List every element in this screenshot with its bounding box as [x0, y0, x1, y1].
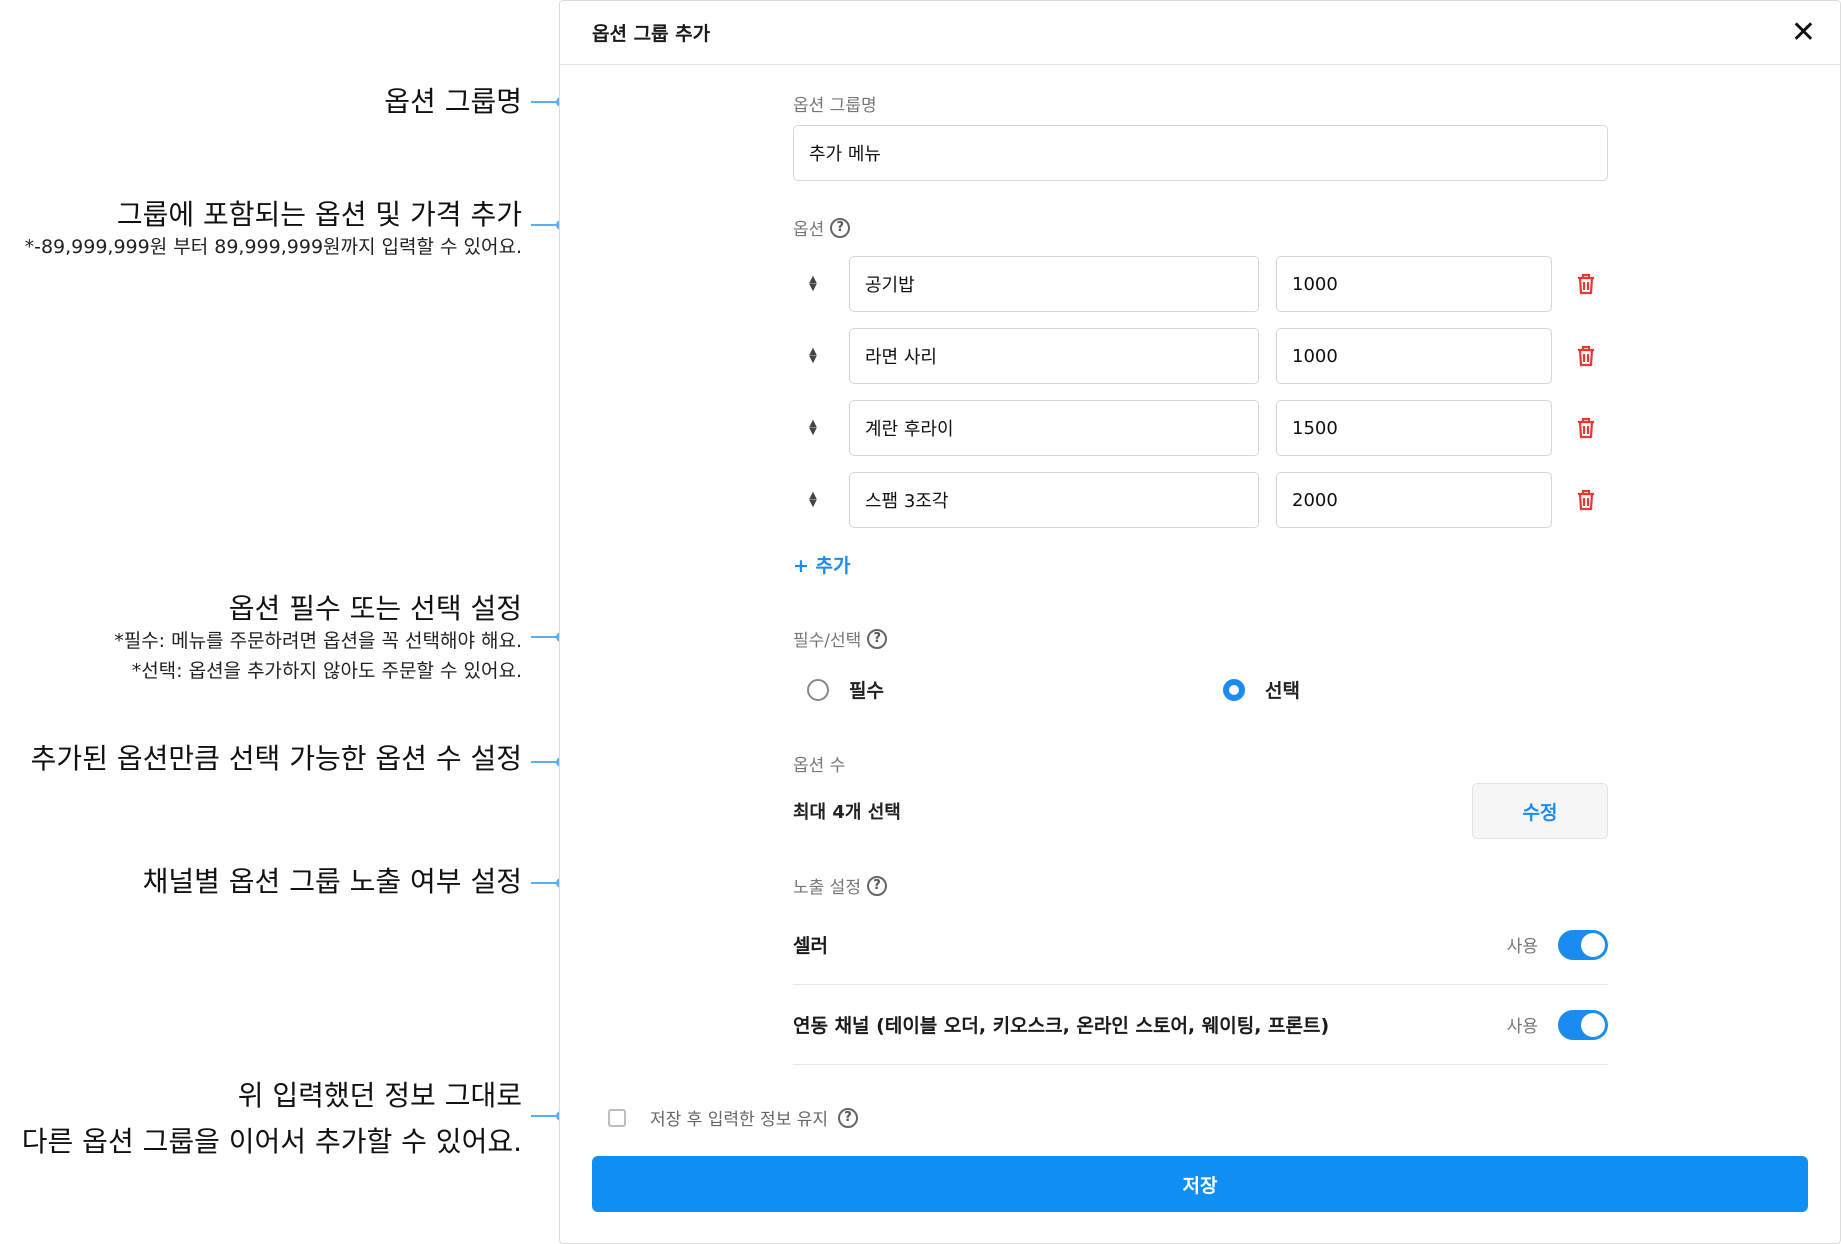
channel-name: 연동 채널 (테이블 오더, 키오스크, 온라인 스토어, 웨이팅, 프론트)	[793, 1015, 1330, 1037]
radio-required[interactable]: 필수	[807, 676, 884, 703]
channel-toggle[interactable]	[1558, 929, 1608, 960]
keep-info-option: 저장 후 입력한 정보 유지 ?	[608, 1105, 859, 1130]
annotation-note: *-89,999,999원 부터 89,999,999원까지 입력할 수 있어요…	[24, 236, 522, 259]
radio-label: 필수	[849, 680, 884, 702]
annotation-title: 그룹에 포함되는 옵션 및 가격 추가	[116, 198, 522, 231]
trash-icon[interactable]	[1575, 272, 1597, 296]
input-value: 라면 사리	[865, 347, 937, 368]
annotation-group-name: 옵션 그룹명	[384, 84, 522, 120]
help-icon[interactable]: ?	[866, 875, 887, 896]
annotation-title: 위 입력했던 정보 그대로	[237, 1079, 522, 1112]
required-label: 필수/선택 ?	[793, 626, 888, 651]
channel-toggle[interactable]	[1558, 1009, 1608, 1040]
count-value: 최대 4개 선택	[793, 802, 901, 823]
input-value: 스팸 3조각	[865, 491, 949, 512]
channel-row-seller: 셀러 사용	[793, 905, 1608, 985]
option-row: ▲ ▼ 라면 사리 1000	[793, 328, 1608, 384]
channel-control: 사용	[1506, 929, 1608, 960]
label-text: 옵션 수	[793, 756, 846, 776]
leader-line	[531, 757, 566, 767]
input-value: 1000	[1292, 345, 1338, 367]
option-price-input[interactable]: 1500	[1276, 400, 1552, 456]
radio-label: 선택	[1265, 680, 1300, 702]
annotation-title: 옵션 필수 또는 선택 설정	[228, 592, 522, 625]
modal-title: 옵션 그룹 추가	[592, 23, 711, 45]
leader-line	[531, 878, 566, 888]
channel-status: 사용	[1506, 937, 1538, 957]
option-row: ▲ ▼ 계란 후라이 1500	[793, 400, 1608, 456]
keep-info-label: 저장 후 입력한 정보 유지	[650, 1110, 829, 1130]
radio-optional[interactable]: 선택	[1223, 676, 1300, 703]
visibility-label: 노출 설정 ?	[793, 873, 887, 898]
leader-line	[531, 1111, 566, 1121]
drag-handle-icon[interactable]: ▲ ▼	[807, 419, 819, 437]
help-icon[interactable]: ?	[838, 1107, 859, 1128]
annotation-count: 추가된 옵션만큼 선택 가능한 옵션 수 설정	[31, 741, 522, 777]
input-value: 공기밥	[865, 275, 915, 296]
option-name-input[interactable]: 스팸 3조각	[849, 472, 1259, 528]
save-button[interactable]: 저장	[592, 1156, 1808, 1212]
trash-icon[interactable]	[1575, 344, 1597, 368]
label-text: 노출 설정	[793, 878, 861, 898]
page-root: 옵션 그룹명 그룹에 포함되는 옵션 및 가격 추가 *-89,999,999원…	[0, 0, 1841, 1244]
leader-line	[531, 97, 566, 107]
keep-info-checkbox[interactable]	[608, 1108, 626, 1127]
option-price-input[interactable]: 2000	[1276, 472, 1552, 528]
radio-circle	[807, 678, 829, 701]
edit-count-button[interactable]: 수정	[1472, 783, 1608, 839]
leader-line	[531, 220, 566, 230]
option-price-input[interactable]: 1000	[1276, 256, 1552, 312]
annotation-visibility: 채널별 옵션 그룹 노출 여부 설정	[143, 864, 522, 900]
leader-line	[531, 632, 566, 642]
annotation-note: *필수: 메뉴를 주문하려면 옵션을 꼭 선택해야 해요.	[114, 630, 522, 653]
help-icon[interactable]: ?	[867, 628, 888, 649]
input-value: 추가 메뉴	[809, 144, 881, 165]
group-name-input[interactable]: 추가 메뉴	[793, 125, 1608, 181]
channel-name: 셀러	[793, 935, 828, 957]
option-group-modal: 옵션 그룹 추가 ✕ 옵션 그룹명 추가 메뉴 옵션 ? ▲ ▼ 공기밥 1000	[559, 0, 1841, 1244]
radio-circle-selected	[1223, 678, 1245, 701]
count-label: 옵션 수	[793, 751, 845, 776]
annotation-required: 옵션 필수 또는 선택 설정 *필수: 메뉴를 주문하려면 옵션을 꼭 선택해야…	[114, 591, 522, 686]
option-price-input[interactable]: 1000	[1276, 328, 1552, 384]
drag-handle-icon[interactable]: ▲ ▼	[807, 275, 819, 293]
annotation-title: 추가된 옵션만큼 선택 가능한 옵션 수 설정	[30, 742, 522, 775]
input-value: 2000	[1292, 489, 1338, 511]
input-value: 1000	[1292, 273, 1338, 295]
label-text: 옵션 그룹명	[793, 96, 877, 116]
annotation-options: 그룹에 포함되는 옵션 및 가격 추가 *-89,999,999원 부터 89,…	[25, 197, 522, 263]
option-row: ▲ ▼ 스팸 3조각 2000	[793, 472, 1608, 528]
options-label: 옵션 ?	[793, 215, 851, 240]
close-icon[interactable]: ✕	[1791, 17, 1816, 48]
annotation-title: 다른 옵션 그룹을 이어서 추가할 수 있어요.	[21, 1125, 522, 1158]
drag-handle-icon[interactable]: ▲ ▼	[807, 491, 819, 509]
annotation-keep-info: 위 입력했던 정보 그대로 다른 옵션 그룹을 이어서 추가할 수 있어요.	[22, 1073, 522, 1165]
modal-header: 옵션 그룹 추가 ✕	[560, 1, 1840, 65]
trash-icon[interactable]	[1575, 488, 1597, 512]
label-text: 옵션	[793, 220, 825, 240]
label-text: 필수/선택	[793, 631, 862, 651]
option-name-input[interactable]: 공기밥	[849, 256, 1259, 312]
channel-status: 사용	[1506, 1017, 1538, 1037]
channel-row-linked: 연동 채널 (테이블 오더, 키오스크, 온라인 스토어, 웨이팅, 프론트) …	[793, 985, 1608, 1065]
trash-icon[interactable]	[1575, 416, 1597, 440]
option-name-input[interactable]: 라면 사리	[849, 328, 1259, 384]
option-name-input[interactable]: 계란 후라이	[849, 400, 1259, 456]
channel-control: 사용	[1506, 1009, 1608, 1040]
input-value: 계란 후라이	[865, 419, 954, 440]
add-option-link[interactable]: + 추가	[793, 551, 851, 578]
annotation-title: 채널별 옵션 그룹 노출 여부 설정	[142, 865, 522, 898]
option-row: ▲ ▼ 공기밥 1000	[793, 256, 1608, 312]
drag-handle-icon[interactable]: ▲ ▼	[807, 347, 819, 365]
annotation-title: 옵션 그룹명	[384, 85, 522, 118]
annotation-note: *선택: 옵션을 추가하지 않아도 주문할 수 있어요.	[131, 659, 522, 682]
help-icon[interactable]: ?	[830, 217, 851, 238]
group-name-label: 옵션 그룹명	[793, 91, 877, 116]
input-value: 1500	[1292, 417, 1338, 439]
